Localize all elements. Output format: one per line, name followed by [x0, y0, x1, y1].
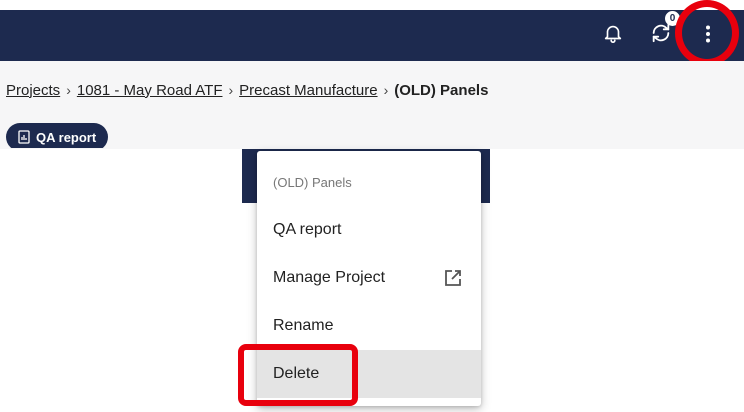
menu-item-manage-project[interactable]: Manage Project — [257, 254, 481, 302]
menu-item-label: Rename — [273, 317, 334, 334]
breadcrumb: Projects › 1081 - May Road ATF › Precast… — [6, 80, 488, 100]
menu-item-qa-report[interactable]: QA report — [257, 206, 481, 254]
chevron-right-icon: › — [383, 82, 389, 98]
breadcrumb-precast[interactable]: Precast Manufacture — [239, 82, 377, 99]
annotation-circle-more-menu — [675, 0, 739, 66]
qa-report-label: QA report — [36, 129, 97, 145]
breadcrumb-area — [0, 61, 744, 149]
chevron-right-icon: › — [228, 82, 234, 98]
report-icon — [18, 130, 30, 144]
breadcrumb-current: (OLD) Panels — [394, 81, 489, 99]
notifications-bell-icon[interactable] — [600, 20, 626, 46]
menu-item-label: QA report — [273, 221, 342, 238]
menu-item-label: Manage Project — [273, 269, 386, 286]
menu-header: (OLD) Panels — [273, 175, 352, 190]
menu-item-rename[interactable]: Rename — [257, 302, 481, 350]
breadcrumb-projects[interactable]: Projects — [6, 82, 60, 99]
open-external-icon — [445, 270, 461, 286]
breadcrumb-project[interactable]: 1081 - May Road ATF — [77, 82, 223, 99]
annotation-box-delete — [238, 344, 358, 406]
chevron-right-icon: › — [66, 82, 71, 98]
top-app-bar — [0, 10, 744, 61]
qa-report-button[interactable]: QA report — [6, 123, 109, 148]
